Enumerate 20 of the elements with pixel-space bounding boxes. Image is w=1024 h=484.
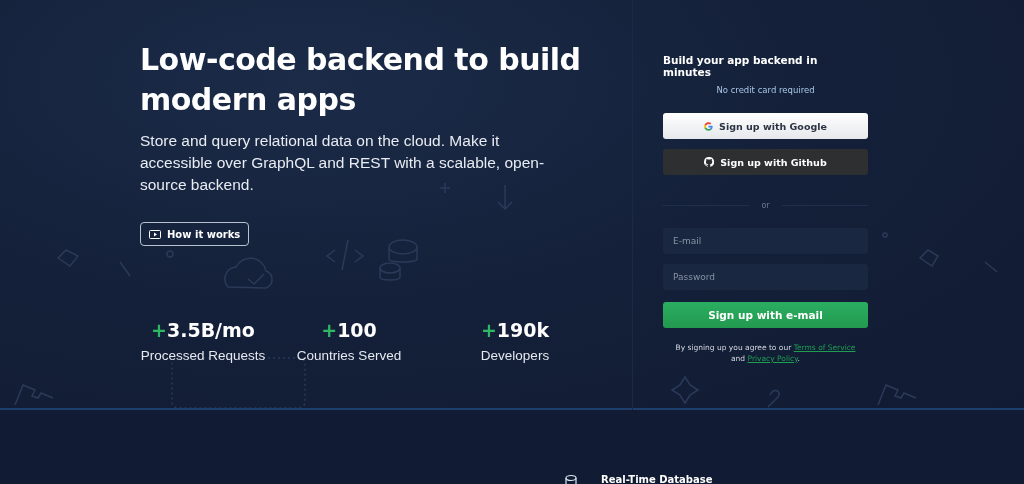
stat-label: Developers [480, 348, 550, 363]
hero-heading: Low-code backend to build modern apps [140, 41, 582, 119]
stat-value: +100 [321, 318, 377, 342]
github-cat-icon [704, 157, 715, 167]
password-field[interactable]: Password [663, 264, 868, 290]
how-it-works-button[interactable]: How it works [140, 222, 250, 246]
signup-title: Build your app backend in minutes [663, 54, 819, 78]
stat-label: Processed Requests [140, 348, 266, 363]
github-signup-button[interactable]: Sign up with Github [663, 149, 868, 175]
play-icon [149, 229, 161, 239]
feature-title: Real-Time Database [601, 474, 713, 484]
google-signup-button[interactable]: Sign up with Google [663, 113, 868, 139]
signup-subtitle: No credit card required [716, 85, 815, 95]
email-field[interactable]: E-mail [663, 228, 868, 254]
hero-description: Store and query relational data on the cloud. Make it accessible over GraphQL and REST with a scalable, open-source backend. [140, 131, 546, 195]
stat-value: +3.5B/mo [151, 318, 255, 342]
stat-label: Countries Served [296, 348, 402, 363]
or-divider-text: or [761, 201, 770, 210]
stat-value: +190k [480, 318, 550, 342]
google-g-icon [704, 121, 714, 131]
